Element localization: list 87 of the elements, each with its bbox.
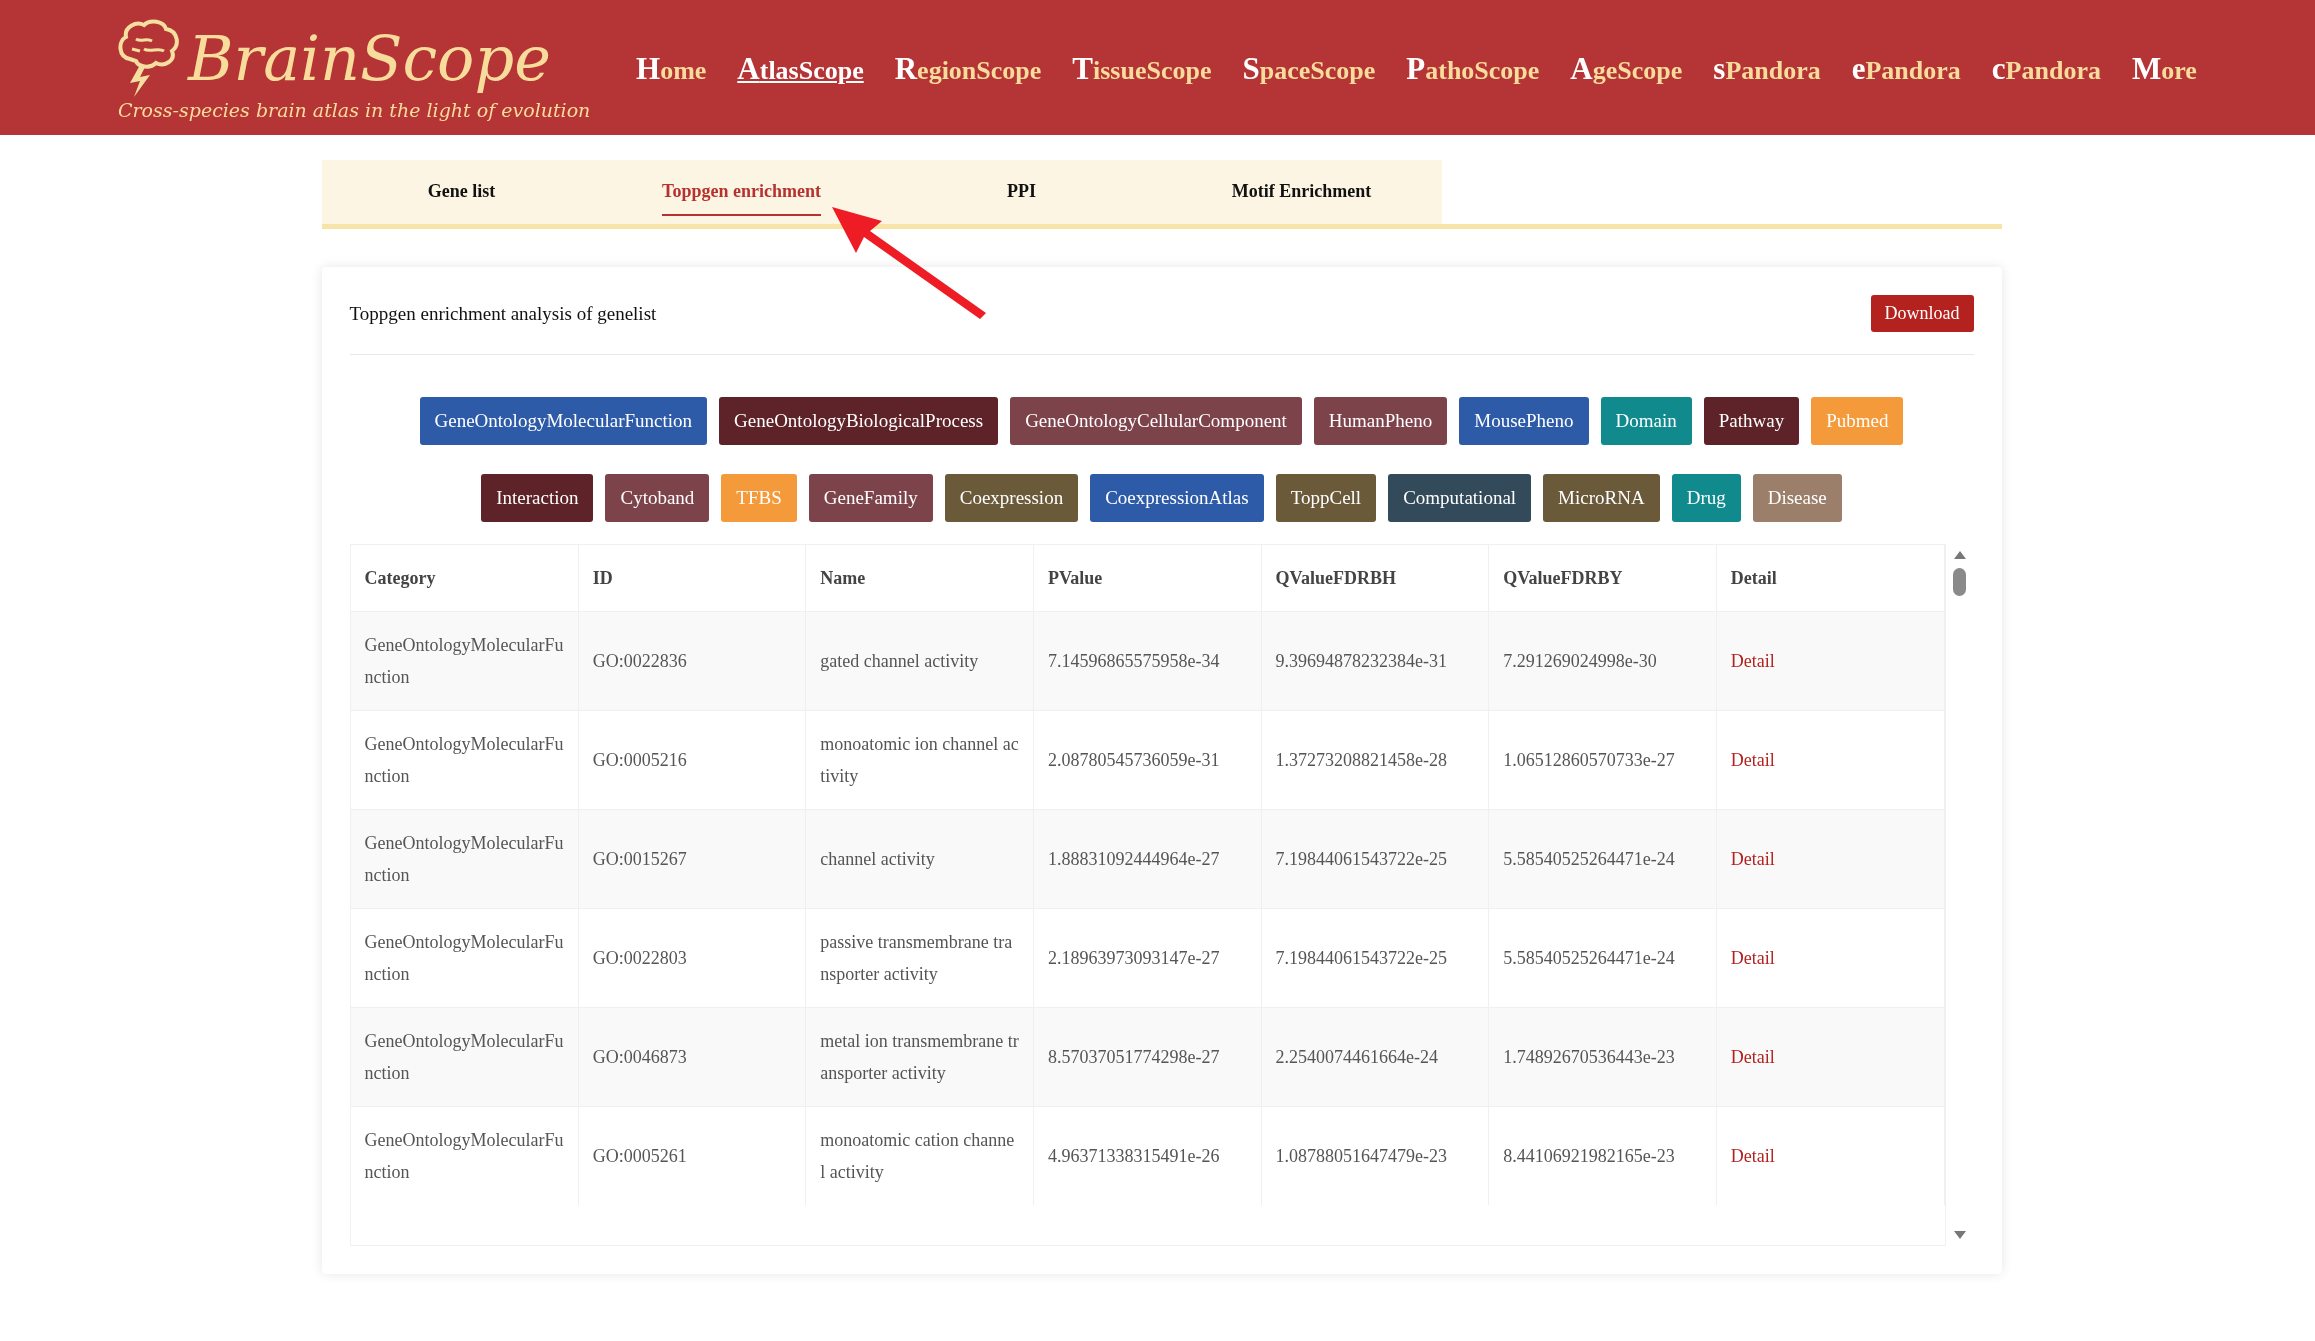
nav-link[interactable]: Home — [636, 50, 707, 87]
category-button[interactable]: GeneFamily — [808, 474, 933, 522]
table-cell: 7.291269024998e-30 — [1488, 611, 1717, 711]
table-cell: GO:0005216 — [578, 710, 806, 810]
table-cell: 1.08788051647479e-23 — [1261, 1106, 1489, 1205]
table-cell: 2.18963973093147e-27 — [1033, 908, 1262, 1008]
category-button[interactable]: MicroRNA — [1543, 474, 1660, 522]
detail-link[interactable]: Detail — [1730, 1146, 1775, 1166]
table-cell: 1.37273208821458e-28 — [1261, 710, 1489, 810]
category-button[interactable]: CoexpressionAtlas — [1090, 474, 1264, 522]
column-header: ID — [578, 545, 806, 612]
column-header: QValueFDRBY — [1488, 545, 1717, 612]
tab[interactable]: Toppgen enrichment — [601, 160, 882, 224]
nav-link[interactable]: TissueScope — [1072, 50, 1212, 87]
category-button[interactable]: GeneOntologyCellularComponent — [1010, 397, 1302, 445]
table-cell: GO:0022836 — [578, 611, 806, 711]
category-button[interactable]: GeneOntologyMolecularFunction — [419, 397, 708, 445]
table-cell: 7.14596865575958e-34 — [1033, 611, 1262, 711]
tab[interactable]: Gene list — [321, 160, 602, 224]
table-cell: passive transmembrane transporter activity — [805, 908, 1034, 1008]
category-button[interactable]: Interaction — [481, 474, 594, 522]
detail-link[interactable]: Detail — [1730, 948, 1775, 968]
table-cell: 7.19844061543722e-25 — [1261, 908, 1489, 1008]
table-cell: GeneOntologyMolecularFunction — [350, 710, 579, 810]
nav-link[interactable]: RegionScope — [894, 50, 1042, 87]
nav-link[interactable]: PathoScope — [1406, 50, 1540, 87]
category-button[interactable]: Coexpression — [944, 474, 1079, 522]
nav-link[interactable]: More — [2131, 50, 2197, 87]
table-cell: channel activity — [805, 809, 1034, 909]
table-cell: gated channel activity — [805, 611, 1034, 711]
download-button[interactable]: Download — [1870, 295, 1974, 332]
category-button[interactable]: HumanPheno — [1313, 397, 1448, 445]
table-cell: 2.08780545736059e-31 — [1033, 710, 1262, 810]
category-button[interactable]: ToppCell — [1275, 474, 1377, 522]
table-cell: GeneOntologyMolecularFunction — [350, 809, 579, 909]
table-cell: GeneOntologyMolecularFunction — [350, 1106, 579, 1205]
table-cell: 5.58540525264471e-24 — [1488, 908, 1717, 1008]
panel-title: Toppgen enrichment analysis of genelist — [349, 302, 657, 325]
column-header: Detail — [1716, 545, 1945, 612]
table-cell: 8.44106921982165e-23 — [1488, 1106, 1717, 1205]
table-cell: metal ion transmembrane transporter activity — [805, 1007, 1034, 1107]
table-cell: GO:0005261 — [578, 1106, 806, 1205]
category-button[interactable]: MousePheno — [1459, 397, 1589, 445]
column-header: Name — [805, 545, 1034, 612]
table-cell: GeneOntologyMolecularFunction — [350, 1007, 579, 1107]
table-cell: monoatomic cation channel activity — [805, 1106, 1034, 1205]
tab[interactable]: Motif Enrichment — [1161, 160, 1442, 224]
table-cell: GeneOntologyMolecularFunction — [350, 611, 579, 711]
column-header: PValue — [1033, 545, 1262, 612]
detail-link[interactable]: Detail — [1730, 849, 1775, 869]
column-header: Category — [350, 545, 579, 612]
table-cell: 1.88831092444964e-27 — [1033, 809, 1262, 909]
category-button[interactable]: Disease — [1752, 474, 1842, 522]
scroll-down-icon[interactable] — [1952, 1230, 1967, 1240]
detail-link[interactable]: Detail — [1730, 651, 1775, 671]
scroll-up-icon[interactable] — [1952, 550, 1967, 560]
table-cell: GO:0015267 — [578, 809, 806, 909]
nav-link[interactable]: cPandora — [1991, 50, 2101, 87]
table-cell: GO:0046873 — [578, 1007, 806, 1107]
table-cell: GeneOntologyMolecularFunction — [350, 908, 579, 1008]
nav-link[interactable]: SpaceScope — [1242, 50, 1376, 87]
table-cell: 1.74892670536443e-23 — [1488, 1007, 1717, 1107]
scrollbar-thumb[interactable] — [1953, 568, 1966, 596]
table-cell: monoatomic ion channel activity — [805, 710, 1034, 810]
category-button[interactable]: Domain — [1600, 397, 1692, 445]
tagline: Cross-species brain atlas in the light of evolution — [118, 98, 592, 121]
column-header: QValueFDRBH — [1261, 545, 1489, 612]
category-button[interactable]: Cytoband — [605, 474, 710, 522]
table-cell: 7.19844061543722e-25 — [1261, 809, 1489, 909]
table-cell: 5.58540525264471e-24 — [1488, 809, 1717, 909]
tab[interactable]: PPI — [881, 160, 1162, 224]
nav-link[interactable]: AgeScope — [1570, 50, 1683, 87]
category-button[interactable]: Pathway — [1703, 397, 1800, 445]
table-cell: 2.2540074461664e-24 — [1261, 1007, 1489, 1107]
table-cell: GO:0022803 — [578, 908, 806, 1008]
nav-link[interactable]: sPandora — [1713, 50, 1821, 87]
category-button[interactable]: GeneOntologyBiologicalProcess — [719, 397, 999, 445]
table-cell: 9.39694878232384e-31 — [1261, 611, 1489, 711]
nav-link[interactable]: ePandora — [1851, 50, 1961, 87]
table-cell: 1.06512860570733e-27 — [1488, 710, 1717, 810]
detail-link[interactable]: Detail — [1730, 1047, 1775, 1067]
nav-link[interactable]: AtlasScope — [737, 50, 864, 87]
detail-link[interactable]: Detail — [1730, 750, 1775, 770]
table-cell: 8.57037051774298e-27 — [1033, 1007, 1262, 1107]
category-button[interactable]: Drug — [1671, 474, 1741, 522]
category-button[interactable]: Computational — [1388, 474, 1532, 522]
table-cell: 4.96371338315491e-26 — [1033, 1106, 1262, 1205]
